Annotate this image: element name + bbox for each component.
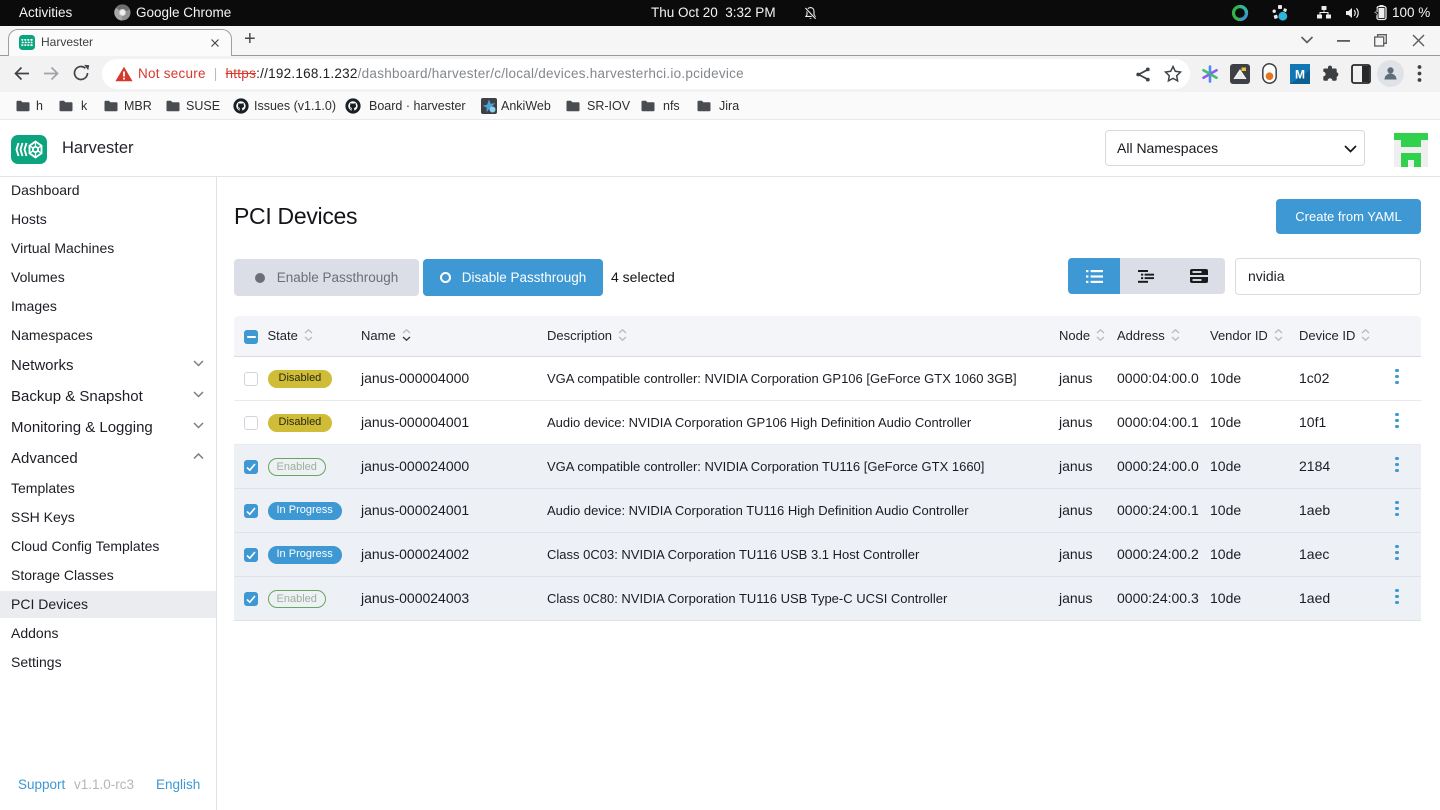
svg-text:M: M [1295,68,1305,82]
